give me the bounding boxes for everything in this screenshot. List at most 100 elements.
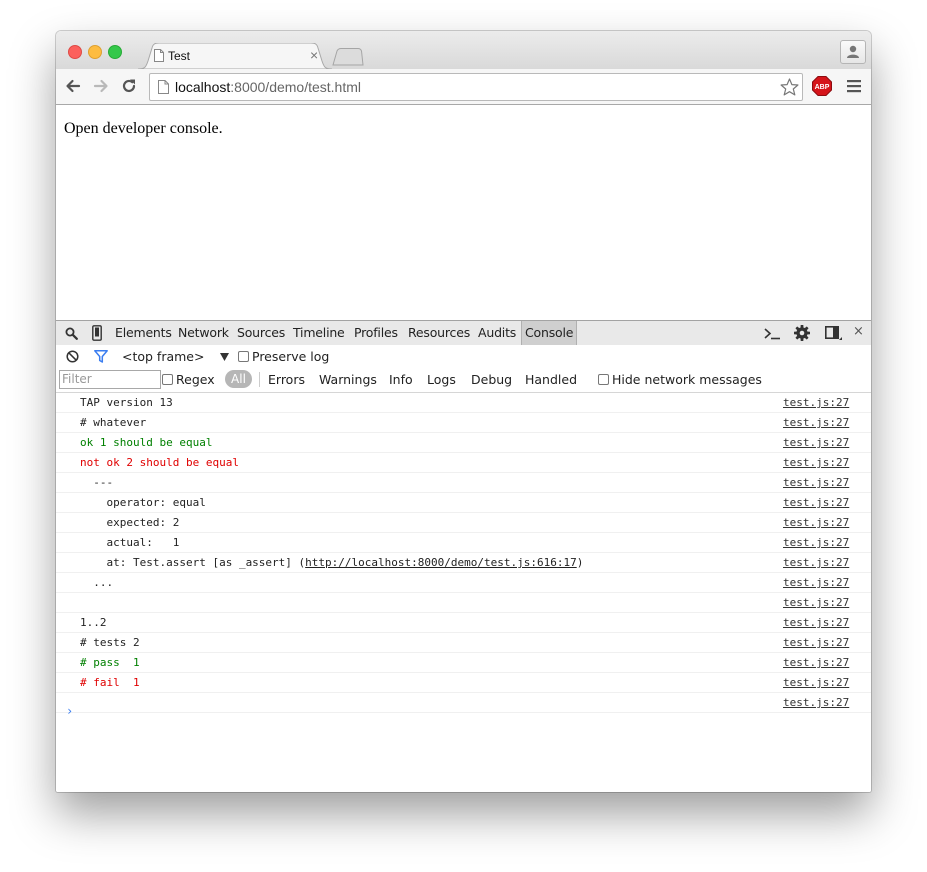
- source-link[interactable]: test.js:27: [783, 473, 849, 492]
- console-line: not ok 2 should be equal test.js:27: [56, 453, 871, 473]
- source-link[interactable]: test.js:27: [783, 673, 849, 692]
- source-link[interactable]: test.js:27: [783, 653, 849, 672]
- filter-funnel-icon[interactable]: [94, 350, 108, 363]
- console-message: ...: [80, 576, 114, 589]
- minimize-window-button[interactable]: [88, 45, 102, 59]
- source-link[interactable]: test.js:27: [783, 613, 849, 632]
- new-tab-button[interactable]: [332, 48, 364, 66]
- source-link[interactable]: test.js:27: [783, 433, 849, 452]
- regex-checkbox[interactable]: Regex: [162, 372, 215, 387]
- devtools-close-icon[interactable]: ×: [853, 324, 864, 339]
- tab-timeline[interactable]: Timeline: [293, 325, 345, 340]
- level-errors-button[interactable]: Errors: [268, 372, 305, 387]
- source-link[interactable]: test.js:27: [783, 493, 849, 512]
- console-message: 1..2: [80, 616, 107, 629]
- source-link[interactable]: test.js:27: [783, 693, 849, 712]
- url-text: localhost:8000/demo/test.html: [175, 79, 362, 95]
- source-link[interactable]: test.js:27: [783, 533, 849, 552]
- svg-text:ABP: ABP: [815, 84, 830, 91]
- clear-console-icon[interactable]: [66, 350, 79, 363]
- checkbox[interactable]: [598, 374, 609, 385]
- hide-network-checkbox[interactable]: Hide network messages: [598, 372, 762, 387]
- close-window-button[interactable]: [68, 45, 82, 59]
- console-message: at: Test.assert [as _assert] (http://loc…: [80, 553, 583, 572]
- device-mode-icon[interactable]: [92, 325, 102, 341]
- profile-button[interactable]: [840, 40, 866, 64]
- console-prompt-icon[interactable]: ›: [66, 704, 73, 718]
- console-drawer-icon[interactable]: [764, 327, 781, 340]
- checkbox[interactable]: [162, 374, 173, 385]
- forward-arrow-icon[interactable]: [92, 77, 110, 95]
- console-line: operator: equal test.js:27: [56, 493, 871, 513]
- preserve-log-checkbox[interactable]: Preserve log: [238, 349, 329, 364]
- page-text: Open developer console.: [64, 120, 223, 137]
- tab-network[interactable]: Network: [178, 325, 229, 340]
- console-line: # whatever test.js:27: [56, 413, 871, 433]
- tab-sources[interactable]: Sources: [237, 325, 285, 340]
- regex-label: Regex: [176, 372, 215, 387]
- search-icon[interactable]: [65, 327, 78, 340]
- console-message: # tests 2: [80, 636, 140, 649]
- source-link[interactable]: test.js:27: [783, 393, 849, 412]
- divider: [259, 372, 260, 387]
- source-link[interactable]: test.js:27: [783, 553, 849, 572]
- console-line: test.js:27: [56, 593, 871, 613]
- source-link[interactable]: test.js:27: [783, 593, 849, 612]
- level-info-button[interactable]: Info: [389, 372, 413, 387]
- preserve-log-label: Preserve log: [252, 349, 330, 364]
- tab-title: Test: [168, 49, 191, 63]
- console-line: at: Test.assert [as _assert] (http://loc…: [56, 553, 871, 573]
- source-link[interactable]: test.js:27: [783, 453, 849, 472]
- console-line: test.js:27: [56, 693, 871, 713]
- tab-resources[interactable]: Resources: [408, 325, 470, 340]
- source-link[interactable]: test.js:27: [783, 573, 849, 592]
- source-link[interactable]: test.js:27: [783, 513, 849, 532]
- hide-network-label: Hide network messages: [612, 372, 762, 387]
- console-line: TAP version 13 test.js:27: [56, 393, 871, 413]
- frame-select[interactable]: <top frame>: [122, 349, 204, 364]
- back-arrow-icon[interactable]: [64, 77, 82, 95]
- console-line: --- test.js:27: [56, 473, 871, 493]
- console-message: not ok 2 should be equal: [80, 456, 239, 469]
- tab-audits[interactable]: Audits: [478, 325, 516, 340]
- dropdown-arrow-icon[interactable]: [220, 353, 229, 361]
- browser-toolbar: localhost:8000/demo/test.html ABP: [56, 69, 871, 105]
- source-link[interactable]: test.js:27: [783, 633, 849, 652]
- console-message-prefix: at: Test.assert [as _assert] (: [80, 556, 306, 569]
- level-logs-button[interactable]: Logs: [427, 372, 456, 387]
- zoom-window-button[interactable]: [108, 45, 122, 59]
- browser-tab[interactable]: Test ×: [138, 43, 332, 69]
- settings-gear-icon[interactable]: [794, 325, 810, 341]
- bookmark-star-icon[interactable]: [780, 78, 799, 96]
- stack-link[interactable]: http://localhost:8000/demo/test.js:616:1…: [305, 556, 577, 569]
- page-icon: [154, 49, 164, 62]
- level-handled-button[interactable]: Handled: [525, 372, 577, 387]
- checkbox[interactable]: [238, 351, 249, 362]
- dock-side-icon[interactable]: [825, 326, 843, 341]
- level-debug-button[interactable]: Debug: [471, 372, 512, 387]
- page-content: Open developer console.: [56, 105, 871, 320]
- reload-icon[interactable]: [120, 77, 138, 95]
- console-message: ---: [80, 476, 114, 489]
- tab-close-icon[interactable]: ×: [310, 47, 318, 63]
- tab-profiles[interactable]: Profiles: [354, 325, 398, 340]
- console-line: ok 1 should be equal test.js:27: [56, 433, 871, 453]
- devtools-panel: Elements Network Sources Timeline Profil…: [56, 320, 871, 792]
- source-link[interactable]: test.js:27: [783, 413, 849, 432]
- level-all-button[interactable]: All: [225, 370, 252, 388]
- console-message: actual: 1: [80, 536, 180, 549]
- filter-input[interactable]: Filter: [59, 370, 161, 389]
- console-message: # whatever: [80, 416, 147, 429]
- console-line: 1..2 test.js:27: [56, 613, 871, 633]
- hamburger-menu-icon[interactable]: [847, 79, 861, 93]
- tab-console[interactable]: Console: [521, 321, 578, 345]
- level-warnings-button[interactable]: Warnings: [319, 372, 377, 387]
- console-message: operator: equal: [80, 496, 206, 509]
- browser-window: Test × localhost:8000/demo/test.html ABP…: [56, 31, 871, 792]
- adblock-plus-icon[interactable]: ABP: [812, 76, 832, 96]
- console-toolbar: <top frame> Preserve log: [56, 345, 871, 368]
- console-line: # fail 1 test.js:27: [56, 673, 871, 693]
- address-bar[interactable]: localhost:8000/demo/test.html: [149, 73, 803, 101]
- tab-elements[interactable]: Elements: [115, 325, 172, 340]
- console-line: expected: 2 test.js:27: [56, 513, 871, 533]
